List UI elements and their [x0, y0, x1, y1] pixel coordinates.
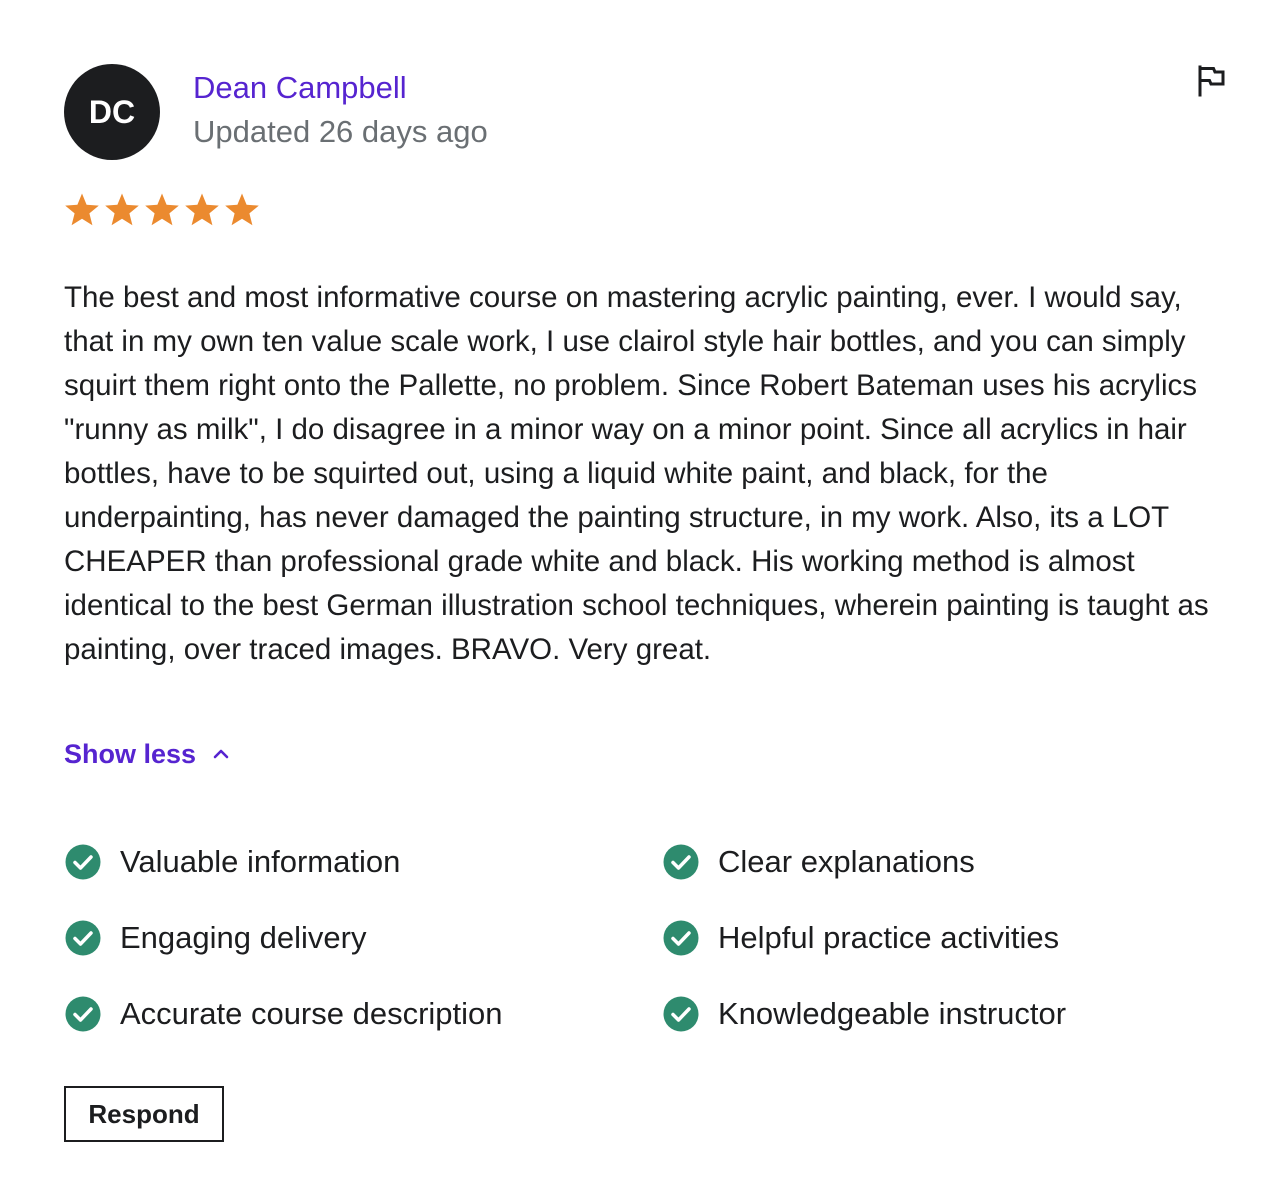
tag-item: Valuable information — [64, 840, 662, 884]
star-icon — [185, 193, 219, 226]
tag-item: Engaging delivery — [64, 916, 662, 960]
avatar: DC — [64, 64, 160, 160]
star-icon — [65, 193, 99, 226]
respond-button[interactable]: Respond — [64, 1086, 224, 1142]
tag-label: Clear explanations — [718, 844, 975, 879]
check-circle-icon — [65, 920, 101, 956]
tag-item: Helpful practice activities — [662, 916, 1222, 960]
check-circle-icon — [663, 996, 699, 1032]
review-card: DC Dean Campbell Updated 26 days ago The… — [0, 0, 1286, 1202]
star-icon — [225, 193, 259, 226]
star-icon — [145, 193, 179, 226]
check-circle-icon — [663, 844, 699, 880]
flag-report-button[interactable] — [1194, 64, 1228, 98]
tag-label: Valuable information — [120, 844, 401, 879]
avatar-initials: DC — [88, 93, 136, 130]
tag-item: Clear explanations — [662, 840, 1222, 884]
review-tags: Valuable information Clear explanations … — [64, 840, 1224, 1036]
reviewer-name: Dean Campbell — [193, 70, 407, 105]
check-circle-icon — [65, 996, 101, 1032]
check-circle-icon — [65, 844, 101, 880]
chevron-up-icon — [213, 749, 229, 759]
tag-label: Helpful practice activities — [718, 920, 1060, 955]
review-timestamp: Updated 26 days ago — [193, 114, 488, 149]
tag-item: Knowledgeable instructor — [662, 992, 1222, 1036]
tag-item: Accurate course description — [64, 992, 662, 1036]
review-text: The best and most informative course on … — [64, 281, 1209, 666]
tag-label: Engaging delivery — [120, 920, 367, 955]
tag-label: Knowledgeable instructor — [718, 996, 1067, 1031]
show-less-label: Show less — [64, 739, 197, 769]
flag-icon — [1198, 65, 1225, 97]
check-circle-icon — [663, 920, 699, 956]
show-less-button[interactable]: Show less — [64, 736, 232, 772]
star-icon — [105, 193, 139, 226]
tag-label: Accurate course description — [120, 996, 503, 1031]
star-rating — [64, 192, 260, 228]
